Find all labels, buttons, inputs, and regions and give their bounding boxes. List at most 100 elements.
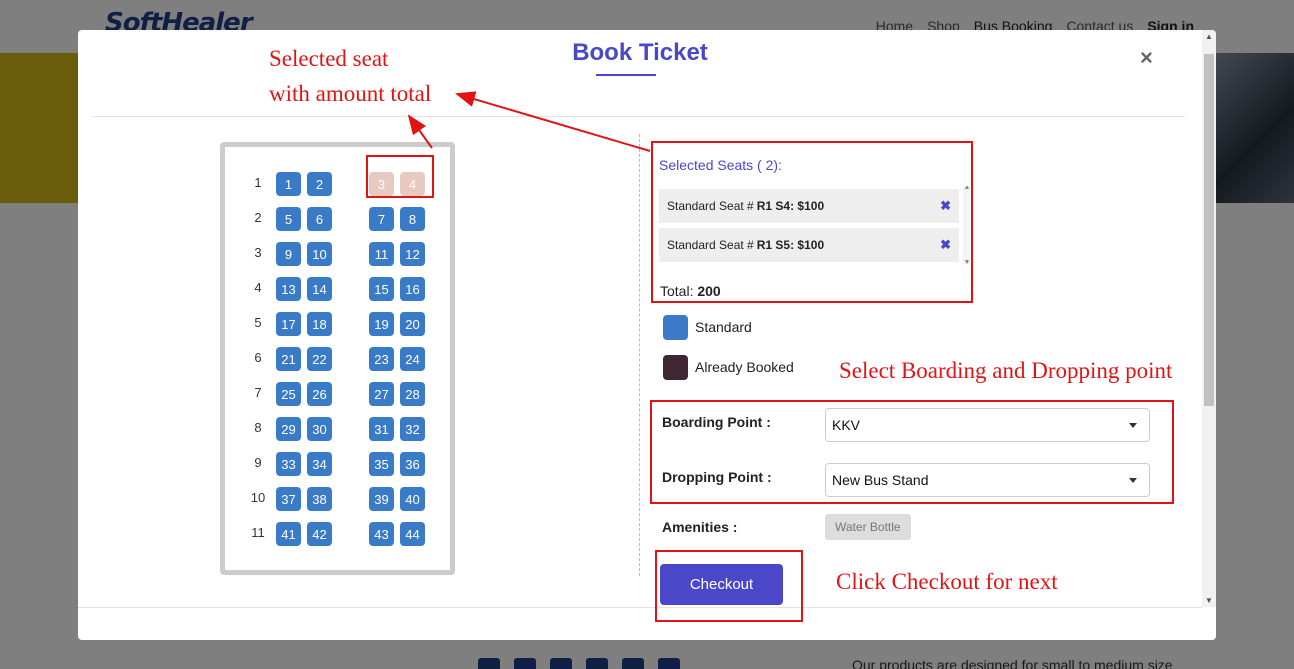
header-divider — [93, 116, 1185, 117]
seat-button[interactable]: 40 — [400, 487, 425, 511]
chevron-down-icon — [1129, 423, 1137, 428]
modal-scrollbar[interactable]: ▲ ▼ — [1202, 30, 1216, 607]
seat-button[interactable]: 26 — [307, 382, 332, 406]
seat-button[interactable]: 35 — [369, 452, 394, 476]
selected-seats-list: Standard Seat # R1 S4: $100 ✖ Standard S… — [659, 186, 970, 264]
seat-button[interactable]: 42 — [307, 522, 332, 546]
seat-button[interactable]: 44 — [400, 522, 425, 546]
book-ticket-modal: Book Ticket × 1 1 2 3 4 2 5 6 7 8 3 9 10 11 12 4 13 14 15 1… — [78, 30, 1216, 640]
selected-seat-item: Standard Seat # R1 S4: $100 ✖ — [659, 189, 959, 223]
seat-button[interactable]: 22 — [307, 347, 332, 371]
seat-button[interactable]: 19 — [369, 312, 394, 336]
seat-button[interactable]: 37 — [276, 487, 301, 511]
seat-button[interactable]: 30 — [307, 417, 332, 441]
seat-button[interactable]: 28 — [400, 382, 425, 406]
list-scrollbar[interactable]: ▲ ▼ — [963, 186, 970, 264]
seat-detail: R1 S4: $100 — [756, 199, 825, 213]
amenities-label: Amenities : — [662, 519, 738, 535]
seat-button[interactable]: 12 — [400, 242, 425, 266]
seat-button[interactable]: 31 — [369, 417, 394, 441]
scroll-thumb[interactable] — [1204, 54, 1214, 406]
seat-button[interactable]: 17 — [276, 312, 301, 336]
boarding-select[interactable]: KKV — [825, 408, 1150, 442]
seat-button[interactable]: 1 — [276, 172, 301, 196]
seat-button[interactable]: 38 — [307, 487, 332, 511]
row-number: 2 — [254, 210, 262, 225]
close-icon[interactable]: × — [1140, 45, 1153, 71]
seat-button[interactable]: 7 — [369, 207, 394, 231]
seat-button[interactable]: 39 — [369, 487, 394, 511]
total-label: Total: — [660, 283, 694, 299]
seat-button[interactable]: 21 — [276, 347, 301, 371]
seat-button[interactable]: 36 — [400, 452, 425, 476]
annotation-selected-line2: with amount total — [269, 81, 432, 106]
footer-divider — [78, 607, 1202, 608]
row-number: 3 — [254, 245, 262, 260]
booked-legend-label: Already Booked — [695, 359, 794, 375]
seat-button[interactable]: 32 — [400, 417, 425, 441]
modal-title: Book Ticket — [572, 39, 708, 66]
seat-button[interactable]: 8 — [400, 207, 425, 231]
row-number: 5 — [254, 315, 262, 330]
scroll-down-icon[interactable]: ▼ — [1202, 596, 1216, 605]
amenity-tag: Water Bottle — [825, 514, 911, 540]
seat-button[interactable]: 23 — [369, 347, 394, 371]
seat-button[interactable]: 43 — [369, 522, 394, 546]
row-number: 9 — [254, 455, 262, 470]
seat-type: Standard Seat # — [667, 199, 754, 213]
annotation-selected-line1: Selected seat — [269, 46, 389, 71]
checkout-button[interactable]: Checkout — [660, 564, 783, 605]
seat-type: Standard Seat # — [667, 238, 754, 252]
row-number: 7 — [254, 385, 262, 400]
seat-button[interactable]: 14 — [307, 277, 332, 301]
row-number: 8 — [254, 420, 262, 435]
seat-button[interactable]: 10 — [307, 242, 332, 266]
seat-button[interactable]: 16 — [400, 277, 425, 301]
dropping-value: New Bus Stand — [832, 472, 929, 488]
dropping-select[interactable]: New Bus Stand — [825, 463, 1150, 497]
seat-button[interactable]: 2 — [307, 172, 332, 196]
dropping-label: Dropping Point : — [662, 469, 772, 485]
boarding-label: Boarding Point : — [662, 414, 771, 430]
total: Total: 200 — [660, 283, 721, 299]
seat-button[interactable]: 18 — [307, 312, 332, 336]
seat-button[interactable]: 6 — [307, 207, 332, 231]
selected-seat-item: Standard Seat # R1 S5: $100 ✖ — [659, 228, 959, 262]
standard-legend-label: Standard — [695, 319, 752, 335]
remove-icon[interactable]: ✖ — [940, 198, 951, 214]
seat-button[interactable]: 9 — [276, 242, 301, 266]
scroll-up-icon[interactable]: ▲ — [963, 186, 970, 191]
seat-button[interactable]: 25 — [276, 382, 301, 406]
seat-button[interactable]: 13 — [276, 277, 301, 301]
seat-detail: R1 S5: $100 — [756, 238, 825, 252]
seat-button[interactable]: 33 — [276, 452, 301, 476]
seat-button[interactable]: 24 — [400, 347, 425, 371]
chevron-down-icon — [1129, 478, 1137, 483]
row-number: 11 — [251, 525, 265, 540]
seat-button[interactable]: 15 — [369, 277, 394, 301]
scroll-up-icon[interactable]: ▲ — [1202, 32, 1216, 41]
row-number: 4 — [254, 280, 262, 295]
booked-swatch — [663, 355, 688, 380]
total-value: 200 — [697, 283, 721, 299]
annotation-boarding: Select Boarding and Dropping point — [839, 358, 1173, 383]
seat-button[interactable]: 20 — [400, 312, 425, 336]
annotation-checkout: Click Checkout for next — [836, 569, 1058, 594]
seat-button[interactable]: 4 — [400, 172, 425, 196]
title-underline — [596, 74, 656, 76]
seat-button[interactable]: 3 — [369, 172, 394, 196]
seat-button[interactable]: 41 — [276, 522, 301, 546]
remove-icon[interactable]: ✖ — [940, 237, 951, 253]
standard-swatch — [663, 315, 688, 340]
seat-button[interactable]: 27 — [369, 382, 394, 406]
row-number: 10 — [250, 490, 266, 505]
row-number: 1 — [254, 175, 262, 190]
scroll-down-icon[interactable]: ▼ — [963, 259, 970, 264]
seat-button[interactable]: 29 — [276, 417, 301, 441]
seat-button[interactable]: 34 — [307, 452, 332, 476]
seat-button[interactable]: 11 — [369, 242, 394, 266]
column-divider — [639, 134, 640, 576]
seat-button[interactable]: 5 — [276, 207, 301, 231]
row-number: 6 — [254, 350, 262, 365]
selected-seats-title: Selected Seats ( 2): — [659, 157, 782, 173]
